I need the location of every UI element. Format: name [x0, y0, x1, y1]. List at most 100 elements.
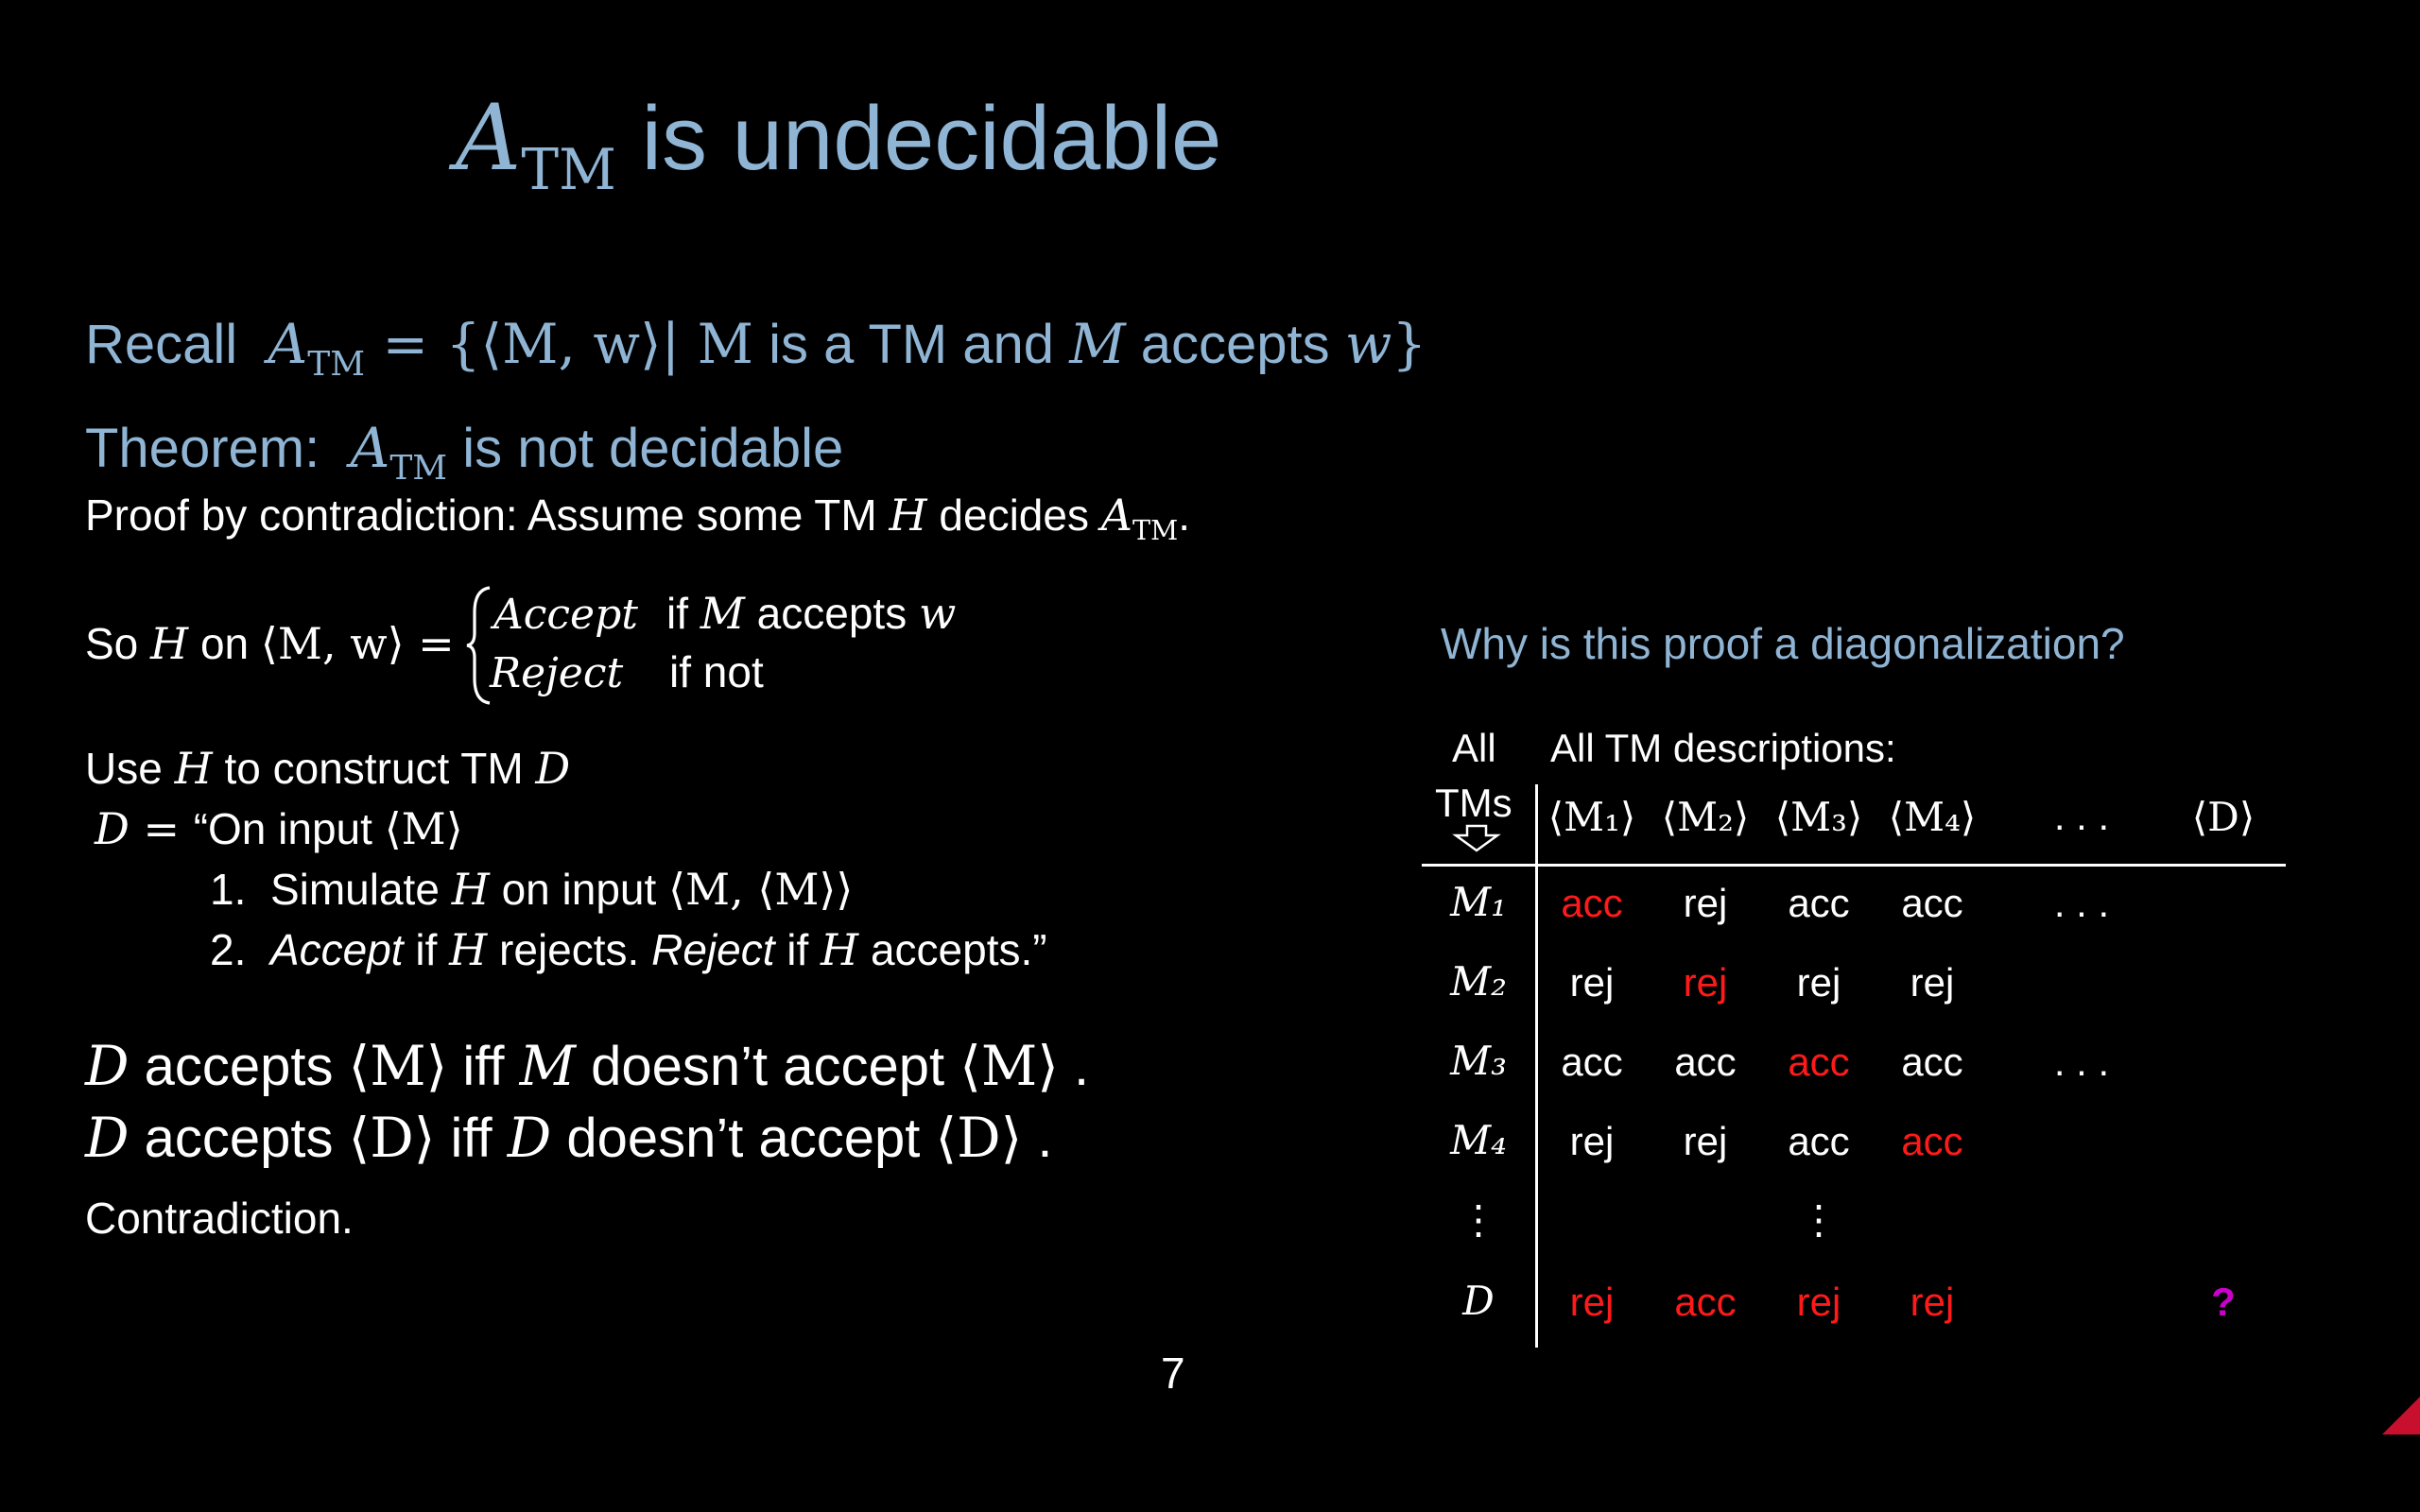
recall-label: Recall [85, 314, 238, 375]
claim1-iff: iff [447, 1036, 520, 1097]
step1-pre: Simulate [269, 865, 452, 914]
claim1-m2: ⟨M⟩ [959, 1034, 1059, 1098]
claim2-b: doesn’t accept [551, 1108, 936, 1169]
claim2-a: accepts [129, 1108, 349, 1169]
proof-sub: TM [1132, 514, 1179, 546]
construct-line: Use H to construct TM D [85, 743, 570, 794]
step2-num: 2. [210, 925, 247, 974]
case-reject-text: if not [669, 647, 764, 696]
so-input: ⟨M, w⟩ = [260, 618, 455, 669]
diagonalization-question: Why is this proof a diagonalization? [1441, 619, 2125, 668]
case-accept: Accept [493, 588, 638, 639]
step1-num: 1. [210, 865, 247, 914]
column-header: ⟨M₁⟩ [1547, 794, 1636, 840]
table-cell: rej [1569, 1280, 1615, 1324]
claim2-D: D [85, 1106, 130, 1170]
row-label: M₂ [1450, 958, 1507, 1005]
table-cell: rej [1910, 1280, 1955, 1324]
table-cell: acc [1901, 1040, 1963, 1084]
slide-title: ATM is undecidable [456, 85, 1222, 203]
claim1-M: M [519, 1034, 576, 1098]
so-lead: So [85, 619, 151, 668]
construct-D: D [535, 743, 571, 794]
table-cell: acc [1674, 1040, 1737, 1084]
construct-lead: Use [85, 744, 175, 793]
table-cell: rej [1683, 960, 1728, 1005]
d-definition: D = “On input ⟨M⟩ [95, 803, 463, 854]
recall-w: w [1344, 312, 1392, 376]
claim-line-2: D accepts ⟨D⟩ iff D doesn’t accept ⟨D⟩ . [85, 1106, 1052, 1170]
theorem-label: Theorem: [85, 418, 320, 479]
column-header: ⟨M₄⟩ [1888, 794, 1977, 840]
claim1-m1: ⟨M⟩ [348, 1034, 448, 1098]
proof-lead: Proof by contradiction: Assume some TM [85, 490, 890, 540]
table-cell: rej [1796, 960, 1841, 1005]
d-def-text: “On input [193, 804, 385, 853]
claim2-D2: D [507, 1106, 552, 1170]
down-arrow-icon [1452, 824, 1501, 852]
claim2-iff: iff [435, 1108, 508, 1169]
step2-H1: H [449, 924, 488, 975]
recall-line: Recall ATM = {⟨M, w⟩| M is a TM and M ac… [85, 312, 1427, 384]
step2-reject: Reject [651, 925, 775, 974]
table-cell: rej [1796, 1280, 1841, 1324]
column-header: . . . [2053, 794, 2110, 838]
construct-rest: to construct TM [212, 744, 536, 793]
table-cell: acc [1561, 881, 1623, 925]
step-1: 1. Simulate H on input ⟨M, ⟨M⟩⟩ [210, 864, 853, 915]
d-def-eq: = [129, 803, 194, 854]
so-line: So H on ⟨M, w⟩ = [85, 618, 455, 669]
recall-close: } [1392, 312, 1427, 376]
claim1-b: doesn’t accept [575, 1036, 960, 1097]
step2-rej: rejects. [487, 925, 652, 974]
step1-H: H [451, 864, 490, 915]
table-cell: acc [1788, 1040, 1850, 1084]
table-header-label: All TM descriptions: [1550, 726, 1896, 770]
contradiction-text: Contradiction. [85, 1194, 354, 1243]
step2-H2: H [821, 924, 859, 975]
so-H: H [150, 618, 189, 669]
recall-def: = {⟨M, w⟩| M [365, 312, 753, 376]
proof-line: Proof by contradiction: Assume some TM H… [85, 490, 1190, 546]
d-def-m: ⟨M⟩ [384, 803, 463, 854]
corner-decoration [2382, 1397, 2420, 1435]
claim2-m1: ⟨D⟩ [348, 1106, 436, 1170]
step2-if2: if [774, 925, 821, 974]
step1-m: ⟨M, ⟨M⟩⟩ [668, 864, 854, 915]
claim2-end: . [1022, 1108, 1053, 1169]
table-cell: ⋮ [1799, 1197, 1839, 1242]
recall-M2: M [1069, 312, 1126, 376]
table-cell: rej [1569, 1119, 1615, 1163]
proof-mid: decides [926, 490, 1101, 540]
construct-H: H [174, 743, 213, 794]
row-label: M₄ [1450, 1117, 1507, 1163]
claim2-m2: ⟨D⟩ [935, 1106, 1023, 1170]
proof-A: A [1100, 490, 1132, 541]
recall-mid1: is a TM and [753, 314, 1070, 375]
table-cell: rej [1569, 960, 1615, 1005]
case-accept-M: M [700, 588, 745, 639]
step2-acc: accepts.” [858, 925, 1047, 974]
page-number: 7 [1161, 1349, 1185, 1398]
column-header: ⟨D⟩ [2191, 794, 2256, 840]
case-accept-if: if [666, 589, 700, 638]
case-reject-word: Reject [490, 649, 624, 697]
so-on: on [188, 619, 261, 668]
proof-H: H [889, 490, 927, 541]
title-text: is undecidable [615, 88, 1222, 189]
step2-accept: Accept [269, 925, 404, 974]
table-cell: rej [1683, 881, 1728, 925]
table-all-label: All [1452, 726, 1496, 770]
table-cell: . . . [2053, 881, 2110, 925]
table-cell: acc [1788, 881, 1850, 925]
table-cell: acc [1674, 1280, 1737, 1324]
table-cell: rej [1910, 960, 1955, 1005]
theorem-A: A [350, 416, 390, 480]
d-def-D: D [95, 803, 130, 854]
title-math: A [456, 85, 522, 191]
column-header: ⟨M₂⟩ [1661, 794, 1750, 840]
column-header: ⟨M₃⟩ [1774, 794, 1863, 840]
table-cell: acc [1901, 1119, 1963, 1163]
case-accept-word: Accept [493, 591, 638, 639]
table-cell: acc [1901, 881, 1963, 925]
